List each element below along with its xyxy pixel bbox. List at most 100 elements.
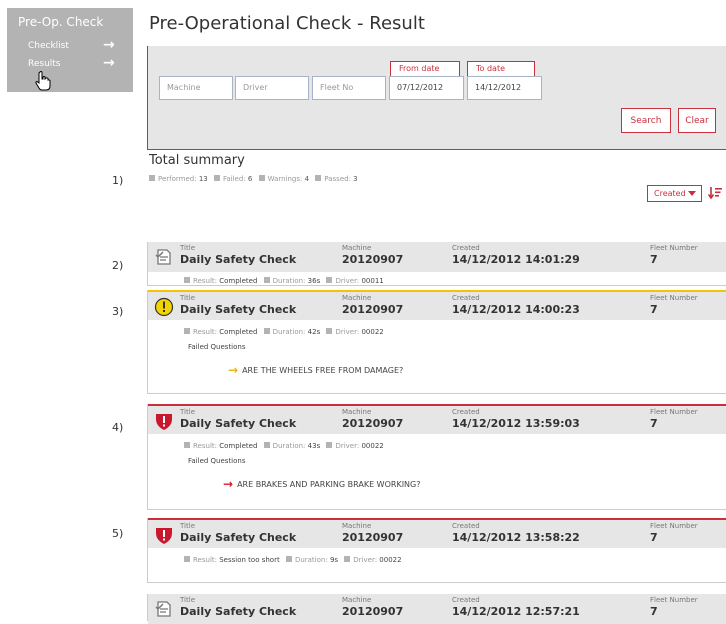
chevron-down-icon <box>688 191 696 196</box>
checklist-doc-icon <box>155 249 171 265</box>
fleet-number-label: Fleet Number <box>650 522 698 530</box>
result-card[interactable]: Title Daily Safety Check Machine 2012090… <box>147 242 726 286</box>
machine-label: Machine <box>342 294 372 302</box>
sidebar-item-results[interactable]: Results <box>28 59 61 69</box>
passed-count: 3 <box>353 175 358 183</box>
machine-label: Machine <box>342 596 372 604</box>
result-card[interactable]: Title Daily Safety Check Machine 2012090… <box>147 594 726 624</box>
result-card-header: Title Daily Safety Check Machine 2012090… <box>148 290 726 320</box>
fleet-number-label: Fleet Number <box>650 294 698 302</box>
result-meta: Result: Completed Duration: 43s Driver: … <box>184 442 384 450</box>
summary-stats: Performed: 13 Failed: 6 Warnings: 4 Pass… <box>149 175 358 183</box>
fleet-number-value: 7 <box>650 605 658 618</box>
filter-panel: From date To date Machine Driver Fleet N… <box>147 46 726 150</box>
result-meta: Result: Completed Duration: 36s Driver: … <box>184 277 384 285</box>
sort-select[interactable]: Created <box>647 185 702 202</box>
machine-input[interactable]: Machine <box>159 76 233 100</box>
checklist-doc-icon <box>155 601 171 617</box>
bullet-icon <box>213 175 220 181</box>
search-button[interactable]: Search <box>621 108 671 133</box>
sidebar-title: Pre-Op. Check <box>18 15 104 29</box>
result-card-header: Title Daily Safety Check Machine 2012090… <box>148 242 726 272</box>
row-number: 3) <box>112 305 124 318</box>
failed-questions-label: Failed Questions <box>188 457 246 465</box>
to-date-input[interactable]: 14/12/2012 <box>467 76 542 100</box>
from-date-input[interactable]: 07/12/2012 <box>389 76 464 100</box>
shield-alert-icon <box>156 528 172 544</box>
bullet-icon <box>258 175 265 181</box>
title-label: Title <box>180 244 196 252</box>
arrow-right-icon[interactable]: → <box>103 55 115 71</box>
bullet-icon <box>344 556 351 562</box>
failed-question[interactable]: → ARE BRAKES AND PARKING BRAKE WORKING? <box>223 477 420 491</box>
title-label: Title <box>180 294 196 302</box>
fleet-number-label: Fleet Number <box>650 596 698 604</box>
fleet-number-value: 7 <box>650 531 658 544</box>
machine-value: 20120907 <box>342 605 404 618</box>
created-value: 14/12/2012 13:59:03 <box>452 417 580 430</box>
clear-button[interactable]: Clear <box>678 108 716 133</box>
created-value: 14/12/2012 13:58:22 <box>452 531 580 544</box>
to-date-label: To date <box>467 61 535 77</box>
failed-questions-label: Failed Questions <box>188 343 246 351</box>
machine-value: 20120907 <box>342 253 404 266</box>
bullet-icon <box>263 442 270 448</box>
fleet-number-value: 7 <box>650 253 658 266</box>
sort-select-value: Created <box>654 189 686 198</box>
warning-icon <box>154 297 174 317</box>
fleet-number-label: Fleet Number <box>650 408 698 416</box>
result-card[interactable]: Title Daily Safety Check Machine 2012090… <box>147 518 726 583</box>
sidebar: Pre-Op. Check Checklist → Results → <box>7 8 133 92</box>
sort-descending-icon[interactable] <box>708 186 722 200</box>
machine-label: Machine <box>342 522 372 530</box>
summary-title: Total summary <box>149 153 245 168</box>
check-title: Daily Safety Check <box>180 605 297 618</box>
row-number: 2) <box>112 259 124 272</box>
performed-count: 13 <box>198 175 208 183</box>
page-title: Pre-Operational Check - Result <box>149 13 425 34</box>
hand-cursor-icon <box>35 71 51 91</box>
from-date-label: From date <box>390 61 460 77</box>
created-label: Created <box>452 522 480 530</box>
result-meta: Result: Completed Duration: 42s Driver: … <box>184 328 384 336</box>
fleet-number-value: 7 <box>650 417 658 430</box>
result-card-header: Title Daily Safety Check Machine 2012090… <box>148 404 726 434</box>
driver-input[interactable]: Driver <box>235 76 309 100</box>
title-label: Title <box>180 596 196 604</box>
arrow-right-icon: → <box>223 477 234 491</box>
title-label: Title <box>180 408 196 416</box>
sidebar-item-checklist[interactable]: Checklist <box>28 41 69 51</box>
bullet-icon <box>326 328 333 334</box>
warnings-count: 4 <box>304 175 310 183</box>
title-label: Title <box>180 522 196 530</box>
check-title: Daily Safety Check <box>180 417 297 430</box>
bullet-icon <box>149 175 155 181</box>
bullet-icon <box>326 442 333 448</box>
fleet-number-label: Fleet Number <box>650 244 698 252</box>
check-title: Daily Safety Check <box>180 303 297 316</box>
bullet-icon <box>285 556 292 562</box>
created-label: Created <box>452 294 480 302</box>
bullet-icon <box>184 328 190 334</box>
machine-value: 20120907 <box>342 303 404 316</box>
bullet-icon <box>184 442 190 448</box>
arrow-right-icon: → <box>228 363 239 377</box>
bullet-icon <box>263 277 270 283</box>
result-card[interactable]: Title Daily Safety Check Machine 2012090… <box>147 404 726 510</box>
machine-label: Machine <box>342 408 372 416</box>
created-value: 14/12/2012 12:57:21 <box>452 605 580 618</box>
check-title: Daily Safety Check <box>180 253 297 266</box>
created-label: Created <box>452 596 480 604</box>
shield-alert-icon <box>156 414 172 430</box>
bullet-icon <box>184 556 190 562</box>
arrow-right-icon[interactable]: → <box>103 37 115 53</box>
bullet-icon <box>263 328 270 334</box>
fleet-no-input[interactable]: Fleet No <box>312 76 386 100</box>
machine-value: 20120907 <box>342 531 404 544</box>
failed-question[interactable]: → ARE THE WHEELS FREE FROM DAMAGE? <box>228 363 403 377</box>
created-value: 14/12/2012 14:01:29 <box>452 253 580 266</box>
result-card-header: Title Daily Safety Check Machine 2012090… <box>148 518 726 548</box>
created-label: Created <box>452 244 480 252</box>
row-number: 5) <box>112 527 124 540</box>
result-card[interactable]: Title Daily Safety Check Machine 2012090… <box>147 290 726 394</box>
